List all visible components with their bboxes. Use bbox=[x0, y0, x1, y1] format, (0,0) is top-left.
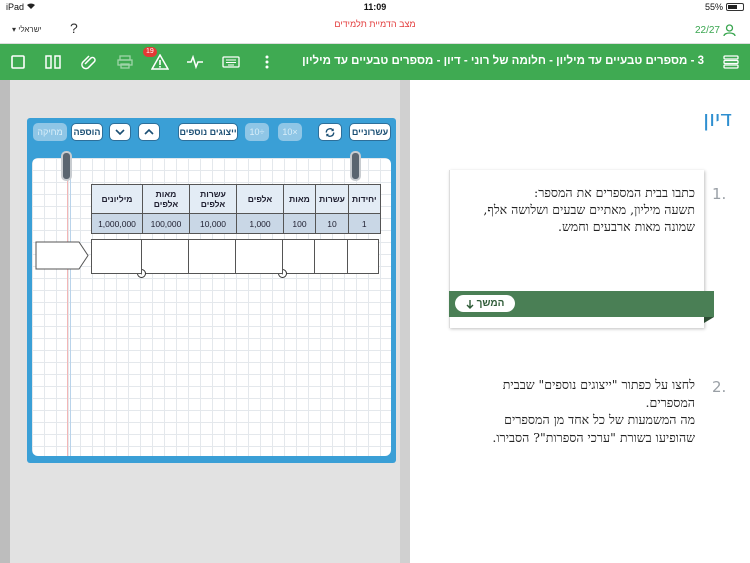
grid-paper: יחידות עשרות מאות אלפים עשרות אלפים מאות… bbox=[32, 151, 391, 456]
printer-icon[interactable] bbox=[116, 53, 134, 71]
place-header: עשרות bbox=[315, 184, 349, 214]
question-number: 1. bbox=[712, 185, 727, 203]
add-button[interactable]: הוספה bbox=[71, 123, 103, 141]
activity-icon[interactable] bbox=[186, 53, 204, 71]
question-line: תשעה מיליון, מאתיים שבעים ושלושה אלף, bbox=[483, 202, 695, 217]
place-header: מיליונים bbox=[91, 184, 143, 214]
place-value: 1,000,000 bbox=[91, 213, 143, 234]
question-line: המספרים. bbox=[645, 394, 695, 410]
question-line: לחצו על כפתור "ייצוגים נוספים" שבבית bbox=[502, 377, 695, 392]
status-bar: iPad 11:09 55% bbox=[0, 0, 750, 15]
binder-ring bbox=[350, 151, 361, 181]
keyboard-icon[interactable] bbox=[222, 53, 240, 71]
place-value-table: יחידות עשרות מאות אלפים עשרות אלפים מאות… bbox=[91, 184, 381, 234]
language-selector[interactable]: ▾ ישראלי bbox=[12, 25, 42, 34]
place-value: 1,000 bbox=[236, 213, 284, 234]
place-value: 100 bbox=[283, 213, 316, 234]
question-2-text: לחצו על כפתור "ייצוגים נוספים" שבבית המס… bbox=[492, 376, 695, 446]
question-line: שמונה מאות ארבעים וחמש. bbox=[557, 219, 695, 234]
question-1-text: כתבו בבית המספרים את המספר: תשעה מיליון,… bbox=[483, 184, 695, 235]
place-value: 1 bbox=[348, 213, 381, 234]
question-line: שהופיעו בשורת "ערכי הספרות"? הסבירו. bbox=[492, 429, 695, 445]
help-button[interactable]: ? bbox=[70, 20, 78, 36]
times-10-button[interactable]: 10× bbox=[278, 123, 302, 141]
question-number: 2. bbox=[712, 378, 727, 396]
main-toolbar: 19 3 - מספרים טבעיים עד מיליון - חלומה ש… bbox=[0, 44, 750, 80]
digit-input-row: , , bbox=[91, 239, 379, 278]
place-header: יחידות bbox=[348, 184, 381, 214]
digit-cell[interactable] bbox=[236, 239, 283, 274]
question-line: מה המשמעות של כל אחד מן המספרים bbox=[504, 412, 695, 427]
chevron-down-icon bbox=[115, 129, 125, 135]
user-count: 22/27 bbox=[694, 25, 720, 36]
down-button[interactable] bbox=[109, 123, 131, 141]
number-arrow-box[interactable] bbox=[35, 241, 89, 270]
digit-cell[interactable] bbox=[315, 239, 348, 274]
margin-line bbox=[70, 158, 71, 456]
place-value: 100,000 bbox=[142, 213, 190, 234]
place-header: אלפים bbox=[236, 184, 284, 214]
pane-divider bbox=[400, 80, 410, 563]
user-icon bbox=[723, 24, 736, 37]
place-value-row: 1 10 100 1,000 10,000 100,000 1,000,000 bbox=[91, 213, 381, 234]
arrow-down-icon bbox=[466, 299, 474, 309]
chevron-up-icon bbox=[144, 129, 154, 135]
continue-label: המשך bbox=[476, 298, 505, 309]
discussion-heading: דיון bbox=[703, 107, 732, 132]
place-header: מאות bbox=[283, 184, 316, 214]
language-label: ישראלי bbox=[18, 25, 42, 34]
place-value: 10 bbox=[315, 213, 349, 234]
ribbon-fold bbox=[704, 317, 714, 323]
students-button[interactable]: 22/27 bbox=[695, 24, 736, 37]
digit-cell[interactable]: , bbox=[278, 239, 315, 278]
number-house-applet: מחיקה הוספה ייצוגים נוספים 10÷ 10× עשרונ… bbox=[27, 118, 396, 463]
menu-icon[interactable] bbox=[722, 53, 740, 71]
decimals-button[interactable]: עשרוניים bbox=[349, 123, 391, 141]
battery-icon bbox=[726, 3, 744, 11]
question-line: כתבו בבית המספרים את המספר: bbox=[533, 185, 695, 200]
place-header: מאות אלפים bbox=[142, 184, 190, 214]
more-menu-icon[interactable] bbox=[258, 53, 276, 71]
place-value-header-row: יחידות עשרות מאות אלפים עשרות אלפים מאות… bbox=[91, 184, 381, 214]
place-value: 10,000 bbox=[189, 213, 237, 234]
digit-cell[interactable] bbox=[91, 239, 142, 274]
continue-button[interactable]: המשך bbox=[455, 295, 515, 312]
battery-percent: 55% bbox=[704, 2, 723, 12]
square-icon[interactable] bbox=[9, 53, 27, 71]
app-header: מצב הדמיית תלמידים ▾ ישראלי ? 22/27 bbox=[0, 15, 750, 44]
up-button[interactable] bbox=[138, 123, 160, 141]
clock: 11:09 bbox=[363, 2, 387, 12]
digit-cell[interactable] bbox=[348, 239, 379, 274]
alert-badge: 19 bbox=[143, 47, 157, 57]
columns-icon[interactable] bbox=[44, 53, 62, 71]
delete-button[interactable]: מחיקה bbox=[33, 123, 67, 141]
more-displays-button[interactable]: ייצוגים נוספים bbox=[178, 123, 238, 141]
digit-cell[interactable]: , bbox=[137, 239, 189, 278]
place-header: עשרות אלפים bbox=[189, 184, 237, 214]
pane-edge bbox=[0, 80, 10, 563]
attachment-icon[interactable] bbox=[80, 53, 98, 71]
breadcrumb: 3 - מספרים טבעיים עד מיליון - חלומה של ר… bbox=[302, 55, 704, 67]
refresh-icon bbox=[325, 127, 335, 137]
battery-status: 55% bbox=[705, 2, 744, 12]
divide-by-10-button[interactable]: 10÷ bbox=[245, 123, 269, 141]
binder-ring bbox=[61, 151, 72, 181]
margin-line bbox=[67, 158, 68, 456]
page-title: מצב הדמיית תלמידים bbox=[334, 19, 416, 29]
digit-cell[interactable] bbox=[189, 239, 236, 274]
reset-button[interactable] bbox=[318, 123, 342, 141]
alerts-button[interactable]: 19 bbox=[143, 47, 169, 71]
